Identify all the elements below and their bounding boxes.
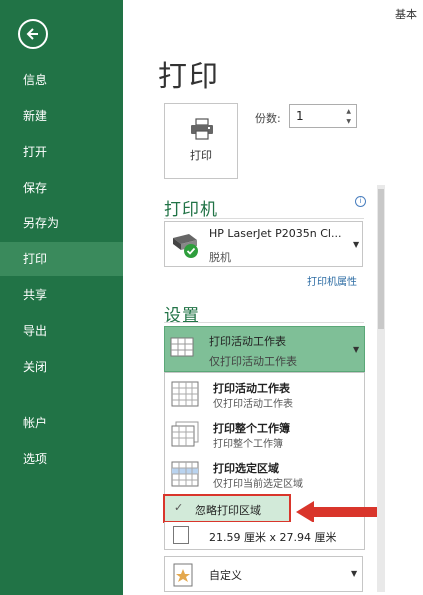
- printer-properties-link[interactable]: 打印机属性: [307, 273, 357, 288]
- copies-stepper[interactable]: 1 ▲ ▼: [289, 104, 357, 128]
- page-icon: [173, 526, 189, 544]
- custom-scaling-icon: [173, 563, 195, 591]
- copies-label: 份数:: [255, 112, 281, 125]
- print-what-title: 打印活动工作表: [209, 335, 286, 348]
- menu-item-title: 打印选定区域: [213, 462, 279, 475]
- print-what-subtitle: 仅打印活动工作表: [209, 355, 297, 368]
- back-arrow-icon[interactable]: [18, 19, 48, 49]
- spin-down-icon[interactable]: ▼: [346, 118, 351, 125]
- sidebar-item-options[interactable]: 选项: [0, 442, 123, 476]
- annotation-highlight-box: [163, 494, 291, 523]
- info-icon[interactable]: i: [355, 196, 366, 207]
- workbook-icon: [171, 421, 199, 447]
- sidebar-item-export[interactable]: 导出: [0, 314, 123, 348]
- divider: [164, 322, 364, 323]
- print-button-label: 打印: [190, 149, 212, 162]
- menu-item-subtitle: 仅打印当前选定区域: [213, 479, 303, 490]
- print-what-dropdown[interactable]: 打印活动工作表 仅打印活动工作表 ▼: [164, 326, 365, 372]
- backstage-sidebar: 信息 新建 打开 保存 另存为 打印 共享 导出 关闭 帐户 选项: [0, 0, 123, 595]
- active-sheet-icon: [171, 381, 199, 407]
- sidebar-item-share[interactable]: 共享: [0, 278, 123, 312]
- menu-item-selection[interactable]: 打印选定区域 仅打印当前选定区域: [165, 455, 364, 495]
- print-button[interactable]: 打印: [164, 103, 238, 179]
- spin-up-icon[interactable]: ▲: [346, 108, 351, 115]
- printer-name: HP LaserJet P2035n Cl...: [209, 227, 342, 240]
- sidebar-item-info[interactable]: 信息: [0, 63, 123, 97]
- sidebar-item-print[interactable]: 打印: [0, 242, 123, 276]
- printer-icon: [189, 118, 215, 144]
- scaling-dropdown[interactable]: 自定义 ▼: [164, 556, 363, 592]
- sidebar-item-new[interactable]: 新建: [0, 99, 123, 133]
- sidebar-item-close[interactable]: 关闭: [0, 350, 123, 384]
- chevron-down-icon: ▼: [353, 240, 360, 249]
- menu-item-entire-workbook[interactable]: 打印整个工作簿 打印整个工作簿: [165, 415, 364, 455]
- sidebar-item-open[interactable]: 打开: [0, 135, 123, 169]
- scrollbar-thumb[interactable]: [378, 189, 384, 329]
- paper-size-text: 21.59 厘米 x 27.94 厘米: [209, 531, 337, 544]
- copies-value[interactable]: 1: [296, 109, 304, 123]
- sidebar-item-account[interactable]: 帐户: [0, 406, 123, 440]
- sidebar-item-save-as[interactable]: 另存为: [0, 206, 123, 240]
- selection-icon: [171, 461, 199, 487]
- printer-status-icon: [169, 230, 201, 264]
- menu-item-subtitle: 仅打印活动工作表: [213, 399, 293, 410]
- chevron-down-icon: ▼: [353, 345, 360, 354]
- paper-size-dropdown[interactable]: 21.59 厘米 x 27.94 厘米: [164, 522, 365, 550]
- printer-dropdown[interactable]: HP LaserJet P2035n Cl... 脱机 ▼: [164, 221, 363, 267]
- sidebar-item-save[interactable]: 保存: [0, 171, 123, 205]
- sheet-icon: [170, 337, 196, 363]
- settings-scrollbar[interactable]: [377, 185, 385, 592]
- window-title-fragment: 基本: [395, 8, 417, 21]
- menu-item-title: 打印活动工作表: [213, 382, 290, 395]
- divider: [164, 218, 364, 219]
- menu-item-title: 打印整个工作簿: [213, 422, 290, 435]
- menu-item-active-sheet[interactable]: 打印活动工作表 仅打印活动工作表: [165, 375, 364, 415]
- menu-item-subtitle: 打印整个工作簿: [213, 439, 283, 450]
- chevron-down-icon: ▼: [351, 569, 358, 578]
- page-title: 打印: [158, 59, 221, 93]
- printer-status: 脱机: [209, 251, 231, 264]
- printer-section-title: 打印机: [164, 200, 218, 220]
- scaling-text: 自定义: [209, 569, 242, 582]
